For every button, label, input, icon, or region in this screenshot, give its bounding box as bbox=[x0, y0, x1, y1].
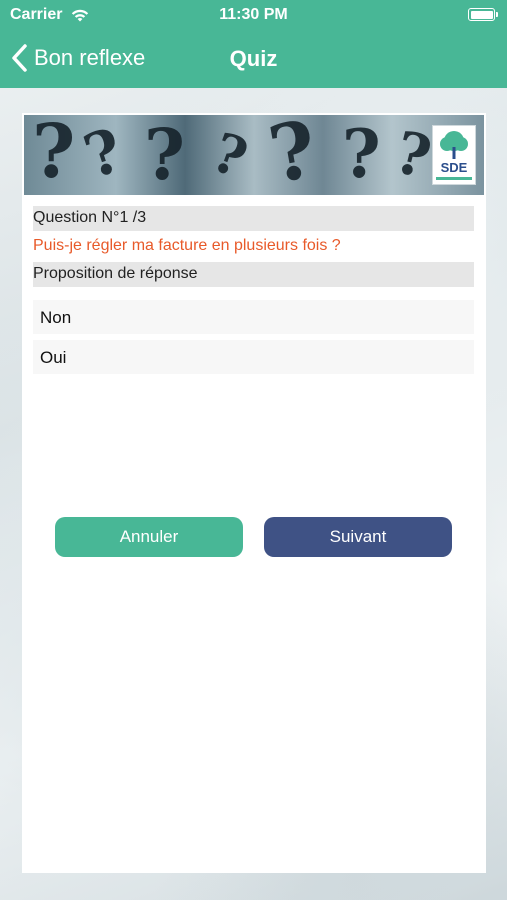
question-marks-banner: ? ? ? ? ? ? ? SDE bbox=[24, 115, 484, 195]
question-text: Puis-je régler ma facture en plusieurs f… bbox=[33, 237, 341, 254]
answer-option-label: Non bbox=[40, 308, 72, 327]
proposals-header: Proposition de réponse bbox=[33, 262, 474, 287]
battery-icon bbox=[468, 8, 498, 21]
quiz-card: ? ? ? ? ? ? ? SDE Question N°1 /3 Puis-j… bbox=[22, 113, 486, 873]
answer-option-non[interactable]: Non bbox=[33, 300, 474, 334]
cancel-button[interactable]: Annuler bbox=[55, 517, 243, 557]
cancel-button-label: Annuler bbox=[119, 527, 179, 546]
page-title: Quiz bbox=[229, 46, 278, 71]
next-button-label: Suivant bbox=[329, 527, 387, 546]
answer-option-label: Oui bbox=[40, 348, 67, 367]
question-number-label: Question N°1 /3 bbox=[33, 209, 147, 226]
tree-icon bbox=[440, 131, 468, 159]
header-bar: Carrier 11:30 PM Bon reflexe Quiz bbox=[0, 0, 507, 88]
status-bar: Carrier 11:30 PM bbox=[0, 0, 507, 30]
logo-underline bbox=[436, 177, 472, 180]
clock: 11:30 PM bbox=[219, 6, 288, 23]
answer-option-oui[interactable]: Oui bbox=[33, 340, 474, 374]
navigation-bar: Bon reflexe Quiz bbox=[0, 38, 507, 78]
sde-logo: SDE bbox=[432, 125, 476, 185]
question-number: Question N°1 /3 bbox=[33, 206, 474, 231]
next-button[interactable]: Suivant bbox=[264, 517, 452, 557]
logo-text: SDE bbox=[440, 160, 468, 175]
proposals-header-label: Proposition de réponse bbox=[33, 265, 198, 282]
